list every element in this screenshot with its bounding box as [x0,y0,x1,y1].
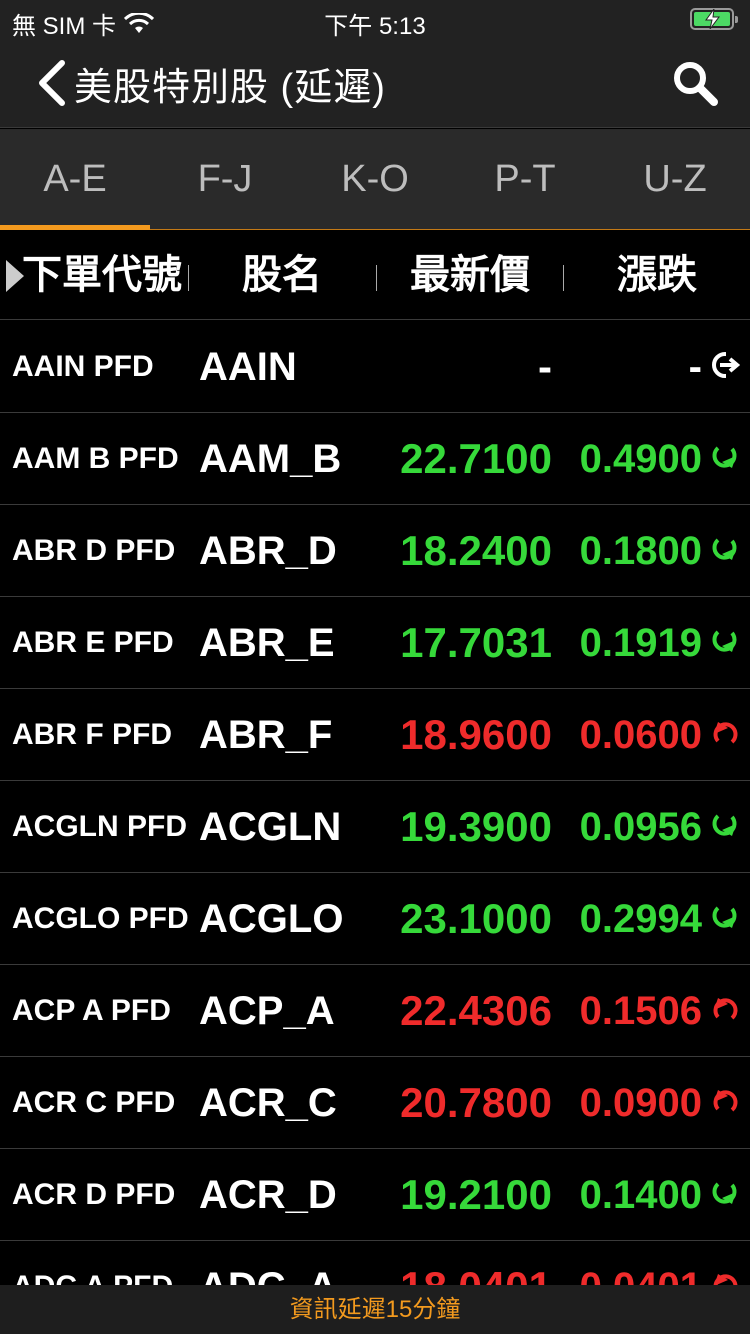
header-change[interactable]: 漲跌 [564,231,750,320]
trend-up-icon [712,906,737,928]
row-name: ABR_E [199,621,335,665]
table-row[interactable]: ADC A PFD ADC_A 18.0401 0.0401 [0,1241,750,1285]
trend-up-icon [712,630,737,652]
row-code: ACGLN PFD [12,810,187,843]
row-code: ACP A PFD [12,994,171,1027]
table-row[interactable]: ABR E PFD ABR_E 17.7031 0.1919 [0,597,750,689]
trend-up-icon [712,814,737,836]
row-name: ACGLN [199,805,342,849]
trend-flat-icon [712,350,740,380]
row-name: AAM_B [199,437,342,481]
row-code: ACR C PFD [12,1086,176,1119]
header-code-label: 下單代號 [22,253,182,297]
trend-down-icon [713,1274,738,1285]
search-icon[interactable] [670,58,720,108]
row-price: 19.3900 [400,803,552,850]
row-name: ACP_A [199,989,335,1033]
table-row[interactable]: ABR F PFD ABR_F 18.9600 0.0600 [0,689,750,781]
row-name: AAIN [199,345,297,389]
row-name: ACGLO [199,897,344,941]
trend-down-icon [713,1090,738,1112]
header-name[interactable]: 股名 [188,231,376,320]
row-price: 23.1000 [400,895,552,942]
header-code[interactable]: 下單代號 [0,231,188,320]
trend-down-icon [713,998,738,1020]
row-price: 18.9600 [400,711,552,758]
chevron-left-icon [39,60,65,106]
row-price: 18.0401 [400,1241,552,1285]
table-header: 下單代號 股名 最新價 漲跌 [0,231,750,320]
trend-up-icon [712,446,737,468]
row-price: 17.7031 [400,619,552,666]
row-change: 0.1919 [579,621,702,665]
row-code: AAIN PFD [12,350,154,383]
table-row[interactable]: AAM B PFD AAM_B 22.7100 0.4900 [0,413,750,505]
tab-k-o[interactable]: K-O [300,129,450,229]
row-code: ABR D PFD [12,534,176,567]
tab-u-z[interactable]: U-Z [600,129,750,229]
table-row[interactable]: ACGLO PFD ACGLO 23.1000 0.2994 [0,873,750,965]
row-change: 0.0600 [579,713,702,757]
row-change: - [688,345,702,389]
row-price: 22.7100 [400,435,552,482]
row-price: 19.2100 [400,1171,552,1218]
row-change: 0.0956 [579,805,702,849]
table-row[interactable]: ACR D PFD ACR_D 19.2100 0.1400 [0,1149,750,1241]
row-name: ABR_F [199,713,333,757]
row-price: - [538,343,552,390]
row-code: AAM B PFD [12,442,179,475]
row-name: ACR_C [199,1081,337,1125]
delay-notice: 資訊延遲15分鐘 [0,1285,750,1334]
tab-a-e[interactable]: A-E [0,129,150,230]
table-row[interactable]: AAIN PFD AAIN - - [0,321,750,413]
row-code: ADC A PFD [12,1241,173,1285]
tab-p-t[interactable]: P-T [450,129,600,229]
row-price: 22.4306 [400,987,552,1034]
header-price[interactable]: 最新價 [376,231,564,320]
row-change: 0.1506 [579,989,702,1033]
trend-up-icon [712,1182,737,1204]
row-price: 18.2400 [400,527,552,574]
row-code: ACGLO PFD [12,902,189,935]
stock-list[interactable]: AAIN PFD AAIN - - AAM B PFD AAM_B 22.7100 0.490… [0,321,750,1285]
row-price: 20.7800 [400,1079,552,1126]
trend-up-icon [712,538,737,560]
nav-bar: 美股特別股 (延遲) [0,40,750,128]
row-code: ABR E PFD [12,626,174,659]
row-change: 0.4900 [579,437,702,481]
table-row[interactable]: ACR C PFD ACR_C 20.7800 0.0900 [0,1057,750,1149]
battery-charging-icon [690,8,738,30]
trend-down-icon [713,722,738,744]
row-change: 0.2994 [579,897,702,941]
tab-f-j[interactable]: F-J [150,129,300,229]
page-title: 美股特別股 (延遲) [74,66,386,109]
alphabet-tabs: A-E F-J K-O P-T U-Z [0,129,750,230]
status-bar: 無 SIM 卡 下午 5:13 [0,0,750,40]
row-name: ACR_D [199,1173,337,1217]
row-code: ABR F PFD [12,718,172,751]
row-code: ACR D PFD [12,1178,176,1211]
status-time: 下午 5:13 [324,13,426,40]
row-change: 0.0401 [580,1241,702,1285]
table-row[interactable]: ACGLN PFD ACGLN 19.3900 0.0956 [0,781,750,873]
table-row[interactable]: ABR D PFD ABR_D 18.2400 0.1800 [0,505,750,597]
table-row[interactable]: ACP A PFD ACP_A 22.4306 0.1506 [0,965,750,1057]
row-change: 0.1800 [579,529,702,573]
row-change: 0.1400 [579,1173,702,1217]
row-name: ADC_A [199,1241,337,1285]
back-button[interactable]: 美股特別股 (延遲) [36,58,386,109]
row-name: ABR_D [199,529,337,573]
row-change: 0.0900 [579,1081,702,1125]
